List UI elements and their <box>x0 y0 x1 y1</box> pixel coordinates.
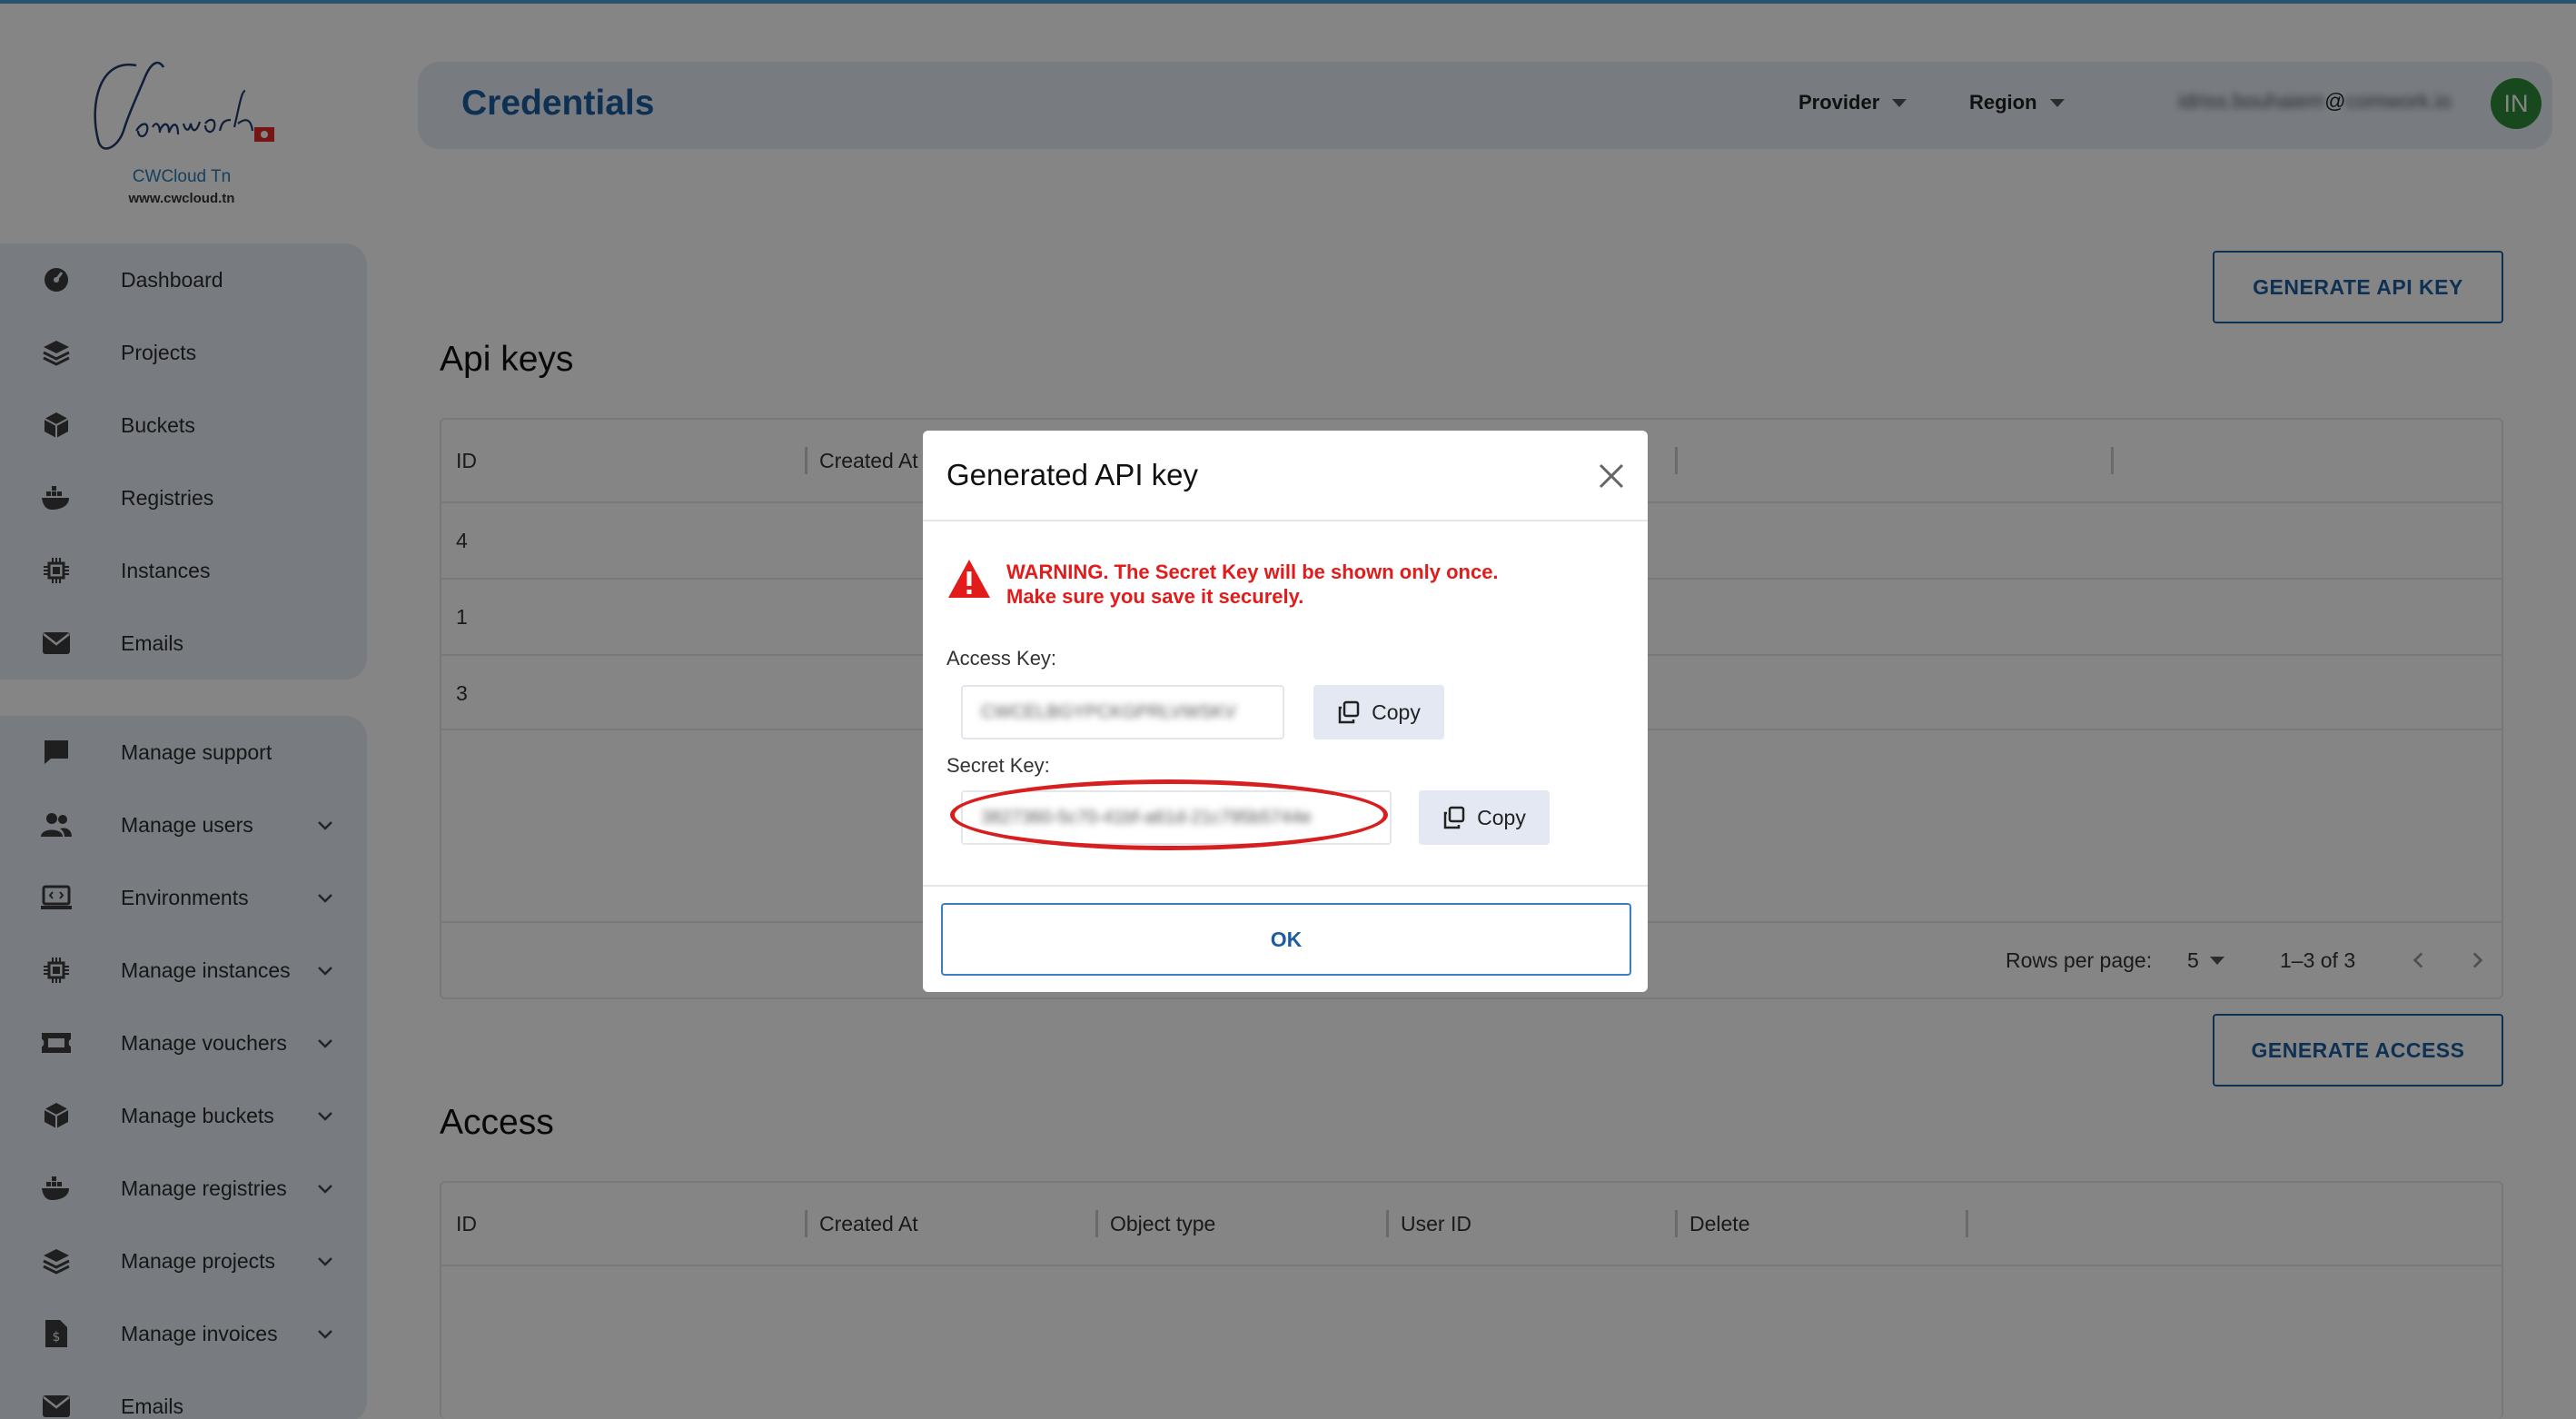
access-key-value: CWCELBGYPCKGPRLVWSKV <box>981 701 1236 722</box>
secret-key-label: Secret Key: <box>946 754 1050 777</box>
copy-secret-key-button[interactable]: Copy <box>1419 790 1550 845</box>
warning-icon <box>948 560 990 598</box>
copy-access-key-button[interactable]: Copy <box>1313 685 1444 739</box>
ok-button[interactable]: OK <box>941 903 1631 976</box>
divider <box>923 885 1648 887</box>
access-key-field[interactable]: CWCELBGYPCKGPRLVWSKV <box>961 685 1284 739</box>
copy-label: Copy <box>1372 700 1421 724</box>
annotation-highlight-oval <box>950 779 1388 850</box>
warning-message: WARNING. The Secret Key will be shown on… <box>1006 560 1499 609</box>
warning-line-1: WARNING. The Secret Key will be shown on… <box>1006 561 1499 583</box>
copy-label: Copy <box>1477 805 1526 829</box>
copy-icon <box>1338 700 1360 724</box>
divider <box>923 520 1648 521</box>
copy-icon <box>1443 806 1465 829</box>
access-key-label: Access Key: <box>946 647 1057 670</box>
dialog-title: Generated API key <box>946 458 1199 491</box>
warning-line-2: Make sure you save it securely. <box>1006 585 1304 608</box>
generated-api-key-dialog: Generated API key WARNING. The Secret Ke… <box>923 431 1648 992</box>
close-icon[interactable] <box>1595 460 1628 492</box>
